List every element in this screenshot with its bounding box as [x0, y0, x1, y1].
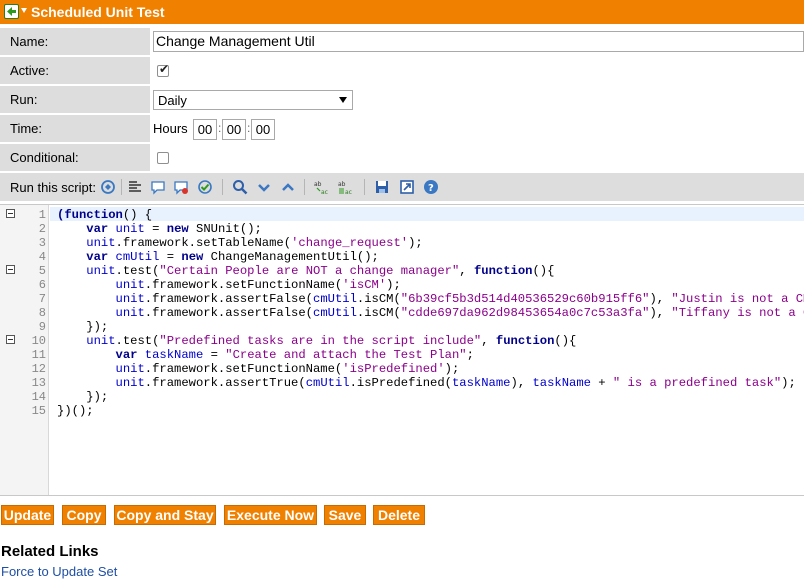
- execute-now-button[interactable]: Execute Now: [224, 505, 317, 525]
- line-number: 2: [38, 222, 46, 236]
- checkmark-icon: ✔: [159, 62, 170, 76]
- form-row-conditional: Conditional:: [0, 144, 804, 173]
- svg-text:?: ?: [428, 183, 434, 194]
- line-number: 7: [38, 292, 46, 306]
- time-unit-label: Hours: [153, 121, 188, 136]
- line-number: 4: [38, 250, 46, 264]
- code-line: unit.framework.assertFalse(cmUtil.isCM("…: [115, 306, 804, 320]
- line-number: 14: [31, 390, 46, 404]
- run-select[interactable]: Daily: [153, 90, 353, 110]
- run-select-value: Daily: [158, 93, 187, 108]
- toolbar-separator: [222, 179, 223, 195]
- update-button[interactable]: Update: [1, 505, 54, 525]
- title-bar: Scheduled Unit Test: [0, 0, 804, 24]
- script-toolbar-label: Run this script:: [10, 180, 96, 195]
- copy-and-stay-button[interactable]: Copy and Stay: [114, 505, 216, 525]
- replace-all-icon[interactable]: abac: [338, 179, 354, 195]
- code-line: var taskName = "Create and attach the Te…: [115, 348, 474, 362]
- time-separator: :: [247, 121, 251, 135]
- comment-icon[interactable]: [150, 179, 166, 195]
- code-line: var unit = new SNUnit();: [86, 222, 262, 236]
- active-label: Active:: [0, 57, 150, 84]
- replace-icon[interactable]: abac: [314, 179, 330, 195]
- conditional-label: Conditional:: [0, 144, 150, 171]
- chevron-up-icon[interactable]: [280, 179, 296, 195]
- line-number: 12: [31, 362, 46, 376]
- chevron-down-icon[interactable]: [256, 179, 272, 195]
- related-links-heading: Related Links: [1, 543, 99, 560]
- save-button[interactable]: Save: [324, 505, 366, 525]
- time-hours-field[interactable]: 00: [193, 119, 217, 140]
- active-checkbox[interactable]: ✔: [157, 62, 170, 77]
- time-separator: :: [218, 121, 222, 135]
- delete-button[interactable]: Delete: [373, 505, 425, 525]
- fold-toggle-icon[interactable]: [6, 209, 15, 218]
- line-number: 6: [38, 278, 46, 292]
- line-number: 11: [31, 348, 46, 362]
- code-line: });: [57, 320, 109, 334]
- toolbar-separator: [304, 179, 305, 195]
- toolbar-separator: [364, 179, 365, 195]
- line-number: 8: [38, 306, 46, 320]
- svg-text:ab: ab: [338, 181, 346, 188]
- code-line: unit.test("Certain People are NOT a chan…: [86, 264, 555, 278]
- line-number: 1: [38, 208, 46, 222]
- name-label: Name:: [0, 28, 150, 55]
- svg-text:ab: ab: [314, 181, 322, 188]
- line-number: 5: [38, 264, 46, 278]
- form-row-active: Active: ✔: [0, 57, 804, 86]
- code-line: })();: [57, 404, 94, 418]
- save-icon[interactable]: [374, 179, 390, 195]
- code-line: var cmUtil = new ChangeManagementUtil();: [86, 250, 379, 264]
- line-number: 3: [38, 236, 46, 250]
- line-number: 10: [31, 334, 46, 348]
- time-label: Time:: [0, 115, 150, 142]
- code-line: unit.framework.assertFalse(cmUtil.isCM("…: [115, 292, 804, 306]
- copy-button[interactable]: Copy: [62, 505, 106, 525]
- help-icon[interactable]: ?: [423, 179, 439, 195]
- chevron-down-icon[interactable]: [21, 8, 27, 13]
- time-seconds-field[interactable]: 00: [251, 119, 275, 140]
- time-value-cell: Hours 00 : 00 : 00: [153, 115, 293, 142]
- check-syntax-icon[interactable]: [197, 179, 213, 195]
- time-minutes-field[interactable]: 00: [222, 119, 246, 140]
- code-line: unit.framework.setFunctionName('isCM');: [115, 278, 401, 292]
- format-code-icon[interactable]: [127, 179, 143, 195]
- fold-toggle-icon[interactable]: [6, 265, 15, 274]
- back-arrow-icon[interactable]: [4, 4, 19, 19]
- form-row-name: Name: Change Management Util: [0, 28, 804, 57]
- page-title: Scheduled Unit Test: [31, 4, 165, 20]
- line-number: 9: [38, 320, 46, 334]
- force-to-update-set-link[interactable]: Force to Update Set: [1, 564, 117, 579]
- svg-text:ac: ac: [345, 189, 352, 195]
- script-toolbar: Run this script: ab ac ab ac ?: [0, 173, 804, 201]
- script-debug-icon[interactable]: [100, 179, 116, 195]
- name-field[interactable]: Change Management Util: [153, 31, 804, 52]
- context-menu-button[interactable]: [4, 4, 28, 20]
- code-line: });: [57, 390, 109, 404]
- conditional-checkbox[interactable]: [157, 152, 169, 164]
- script-editor[interactable]: 1 2 3 4 5 6 7 8 9 10 11 12 13 14 15 (fun…: [0, 204, 804, 496]
- svg-text:ac: ac: [321, 189, 328, 195]
- active-line-highlight: [50, 207, 804, 221]
- form-row-time: Time: Hours 00 : 00 : 00: [0, 115, 804, 144]
- code-line: unit.framework.setFunctionName('isPredef…: [115, 362, 460, 376]
- search-icon[interactable]: [232, 179, 248, 195]
- line-number: 15: [31, 404, 46, 418]
- run-label: Run:: [0, 86, 150, 113]
- fold-toggle-icon[interactable]: [6, 335, 15, 344]
- code-line: unit.framework.assertTrue(cmUtil.isPrede…: [115, 376, 796, 390]
- code-line: (function() {: [57, 208, 153, 222]
- code-line: unit.test("Predefined tasks are in the s…: [86, 334, 577, 348]
- form-row-run: Run: Daily: [0, 86, 804, 115]
- line-number: 13: [31, 376, 46, 390]
- fullscreen-icon[interactable]: [399, 179, 415, 195]
- editor-gutter: 1 2 3 4 5 6 7 8 9 10 11 12 13 14 15: [0, 205, 49, 495]
- uncomment-icon[interactable]: [173, 179, 189, 195]
- code-line: unit.framework.setTableName('change_requ…: [86, 236, 423, 250]
- toolbar-separator: [121, 179, 122, 195]
- chevron-down-icon: [339, 97, 347, 103]
